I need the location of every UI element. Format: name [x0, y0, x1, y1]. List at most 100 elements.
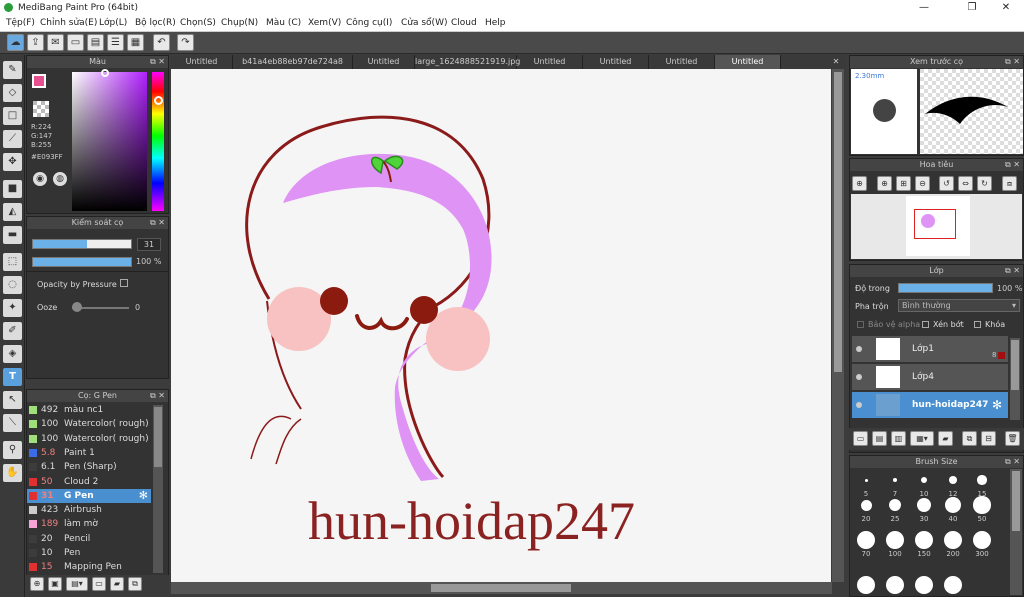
list-icon[interactable]: ☰	[107, 34, 124, 51]
eye-icon[interactable]	[856, 346, 862, 352]
brush-item[interactable]: 100 Watercolor( rough)	[27, 432, 151, 446]
menu-layer[interactable]: Lớp(L)	[99, 18, 127, 28]
menu-help[interactable]: Help	[485, 18, 506, 28]
select-tool-icon[interactable]: ⬚	[3, 253, 22, 271]
panel-popout-icon[interactable]: ⧉ ✕	[1005, 456, 1020, 468]
select-pen-icon[interactable]: ✐	[3, 322, 22, 340]
document-icon[interactable]: ▤	[87, 34, 104, 51]
menu-color[interactable]: Màu (C)	[266, 18, 301, 28]
panel-popout-icon[interactable]: ⧉ ✕	[1005, 56, 1020, 68]
brush-size-dot[interactable]	[915, 531, 933, 549]
menu-select[interactable]: Chọn(S)	[180, 18, 216, 28]
select-eraser-icon[interactable]: ◈	[3, 345, 22, 363]
brush-opacity-slider[interactable]	[32, 257, 132, 267]
clipping-checkbox[interactable]	[922, 321, 929, 328]
foreground-color-swatch[interactable]	[32, 74, 46, 88]
brush-size-dot[interactable]	[892, 477, 898, 483]
brush-size-dot[interactable]	[973, 496, 991, 514]
text-tool-icon[interactable]: T	[3, 368, 22, 386]
panel-popout-icon[interactable]: ⧉ ✕	[150, 56, 165, 68]
brush-item[interactable]: 15 Mapping Pen	[27, 560, 151, 574]
menu-capture[interactable]: Chụp(N)	[221, 18, 258, 28]
fill-shape-icon[interactable]: ■	[3, 180, 22, 198]
brush-tool-icon[interactable]: ✎	[3, 61, 22, 79]
hand-tool-icon[interactable]: ✋	[3, 464, 22, 482]
panel-popout-icon[interactable]: ⧉ ✕	[150, 390, 165, 402]
panel-popout-icon[interactable]: ⧉ ✕	[1005, 159, 1020, 171]
menu-cloud[interactable]: Cloud	[451, 18, 477, 28]
brush-size-dot[interactable]	[977, 475, 987, 485]
brush-item[interactable]: 189 làm mờ	[27, 517, 151, 531]
brush-item[interactable]: 423 Airbrush	[27, 503, 151, 517]
tab-document[interactable]: Untitled	[517, 55, 583, 69]
brush-size-dot[interactable]	[949, 476, 957, 484]
sv-picker-handle[interactable]	[101, 69, 109, 77]
brush-size-value[interactable]: 31	[137, 238, 161, 251]
brush-size-dot[interactable]	[944, 531, 962, 549]
line-tool-icon[interactable]: ⟋	[3, 130, 22, 148]
menu-filter[interactable]: Bộ lọc(R)	[135, 18, 176, 28]
gradient-tool-icon[interactable]: ▬	[3, 226, 22, 244]
cloud-icon[interactable]: ☁	[7, 34, 24, 51]
navigator-viewport[interactable]	[914, 209, 956, 239]
zoom-out-icon[interactable]: ⊖	[915, 176, 930, 191]
brush-size-dot[interactable]	[945, 497, 961, 513]
minimize-icon[interactable]: —	[910, 1, 938, 15]
gear-icon[interactable]: ✻	[139, 489, 148, 503]
canvas-horizontal-scrollbar[interactable]	[171, 582, 832, 594]
saturation-value-picker[interactable]	[72, 72, 147, 211]
brush-doc-icon[interactable]: ▭	[92, 577, 106, 591]
tab-document[interactable]: Untitled	[649, 55, 715, 69]
brush-item[interactable]: 492 màu nc1	[27, 403, 151, 417]
color-wheel-icon[interactable]: ◍	[53, 172, 67, 186]
brush-size-dot[interactable]	[944, 576, 962, 594]
layer-menu-icon[interactable]: ▦▾	[910, 431, 934, 446]
brush-size-dot[interactable]	[916, 497, 932, 513]
brush-size-dot[interactable]	[857, 576, 875, 594]
canvas[interactable]: hun-hoidap247	[171, 69, 831, 582]
gear-icon[interactable]: ✻	[992, 398, 1002, 412]
tab-document[interactable]: Untitled	[171, 55, 233, 69]
zoom-in-icon[interactable]: ⊕	[852, 176, 867, 191]
new-halftone-layer-icon[interactable]: ▥	[891, 431, 906, 446]
brush-item[interactable]: 5.8 Paint 1	[27, 446, 151, 460]
brush-size-dot[interactable]	[864, 478, 868, 482]
menu-view[interactable]: Xem(V)	[308, 18, 341, 28]
fit-screen-icon[interactable]: ⊞	[896, 176, 911, 191]
menu-file[interactable]: Tệp(F)	[6, 18, 35, 28]
menu-window[interactable]: Cửa sổ(W)	[401, 18, 447, 28]
merge-layer-icon[interactable]: ⊟	[981, 431, 996, 446]
lasso-tool-icon[interactable]: ◌	[3, 276, 22, 294]
brush-size-dot[interactable]	[886, 531, 904, 549]
hue-slider-handle[interactable]	[154, 96, 163, 105]
tab-document-active[interactable]: Untitled	[715, 55, 781, 69]
navigator-thumbnail[interactable]	[851, 194, 1022, 259]
brush-copy-icon[interactable]: ⧉	[128, 577, 142, 591]
zoom-plus-icon[interactable]: ⊕	[877, 176, 892, 191]
flip-icon[interactable]: ⇔	[958, 176, 973, 191]
eyedropper-icon[interactable]: ⚲	[3, 441, 22, 459]
eraser-tool-icon[interactable]: ◇	[3, 84, 22, 102]
add-brush-icon[interactable]: ⊕	[30, 577, 44, 591]
layer-opacity-slider[interactable]	[898, 283, 993, 293]
eye-icon[interactable]	[856, 374, 862, 380]
brush-settings-icon[interactable]: ▣	[48, 577, 62, 591]
tab-document[interactable]: b41a4eb88eb97de724a8 (1).jpg	[233, 55, 353, 80]
delete-layer-icon[interactable]: 🗑	[1005, 431, 1020, 446]
tab-document[interactable]: Untitled	[353, 55, 415, 69]
tab-document[interactable]: Untitled	[583, 55, 649, 69]
bucket-tool-icon[interactable]: ◭	[3, 203, 22, 221]
folder-icon[interactable]: ▰	[938, 431, 953, 446]
undo-icon[interactable]: ↶	[153, 34, 170, 51]
layer-row-selected[interactable]: hun-hoidap247 ✻	[852, 392, 1008, 419]
canvas-vertical-scrollbar[interactable]	[832, 69, 844, 582]
rectangle-tool-icon[interactable]: □	[3, 107, 22, 125]
brush-menu-icon[interactable]: ▤▾	[66, 577, 88, 591]
rotate-right-icon[interactable]: ↻	[977, 176, 992, 191]
move-tool-icon[interactable]: ✥	[3, 153, 22, 171]
tab-document[interactable]: large_1624888521919.jpg	[415, 55, 520, 69]
brush-size-dot[interactable]	[888, 498, 902, 512]
panel-popout-icon[interactable]: ⧉ ✕	[1005, 265, 1020, 277]
redo-icon[interactable]: ↷	[177, 34, 194, 51]
menu-tools[interactable]: Công cụ(I)	[346, 18, 392, 28]
